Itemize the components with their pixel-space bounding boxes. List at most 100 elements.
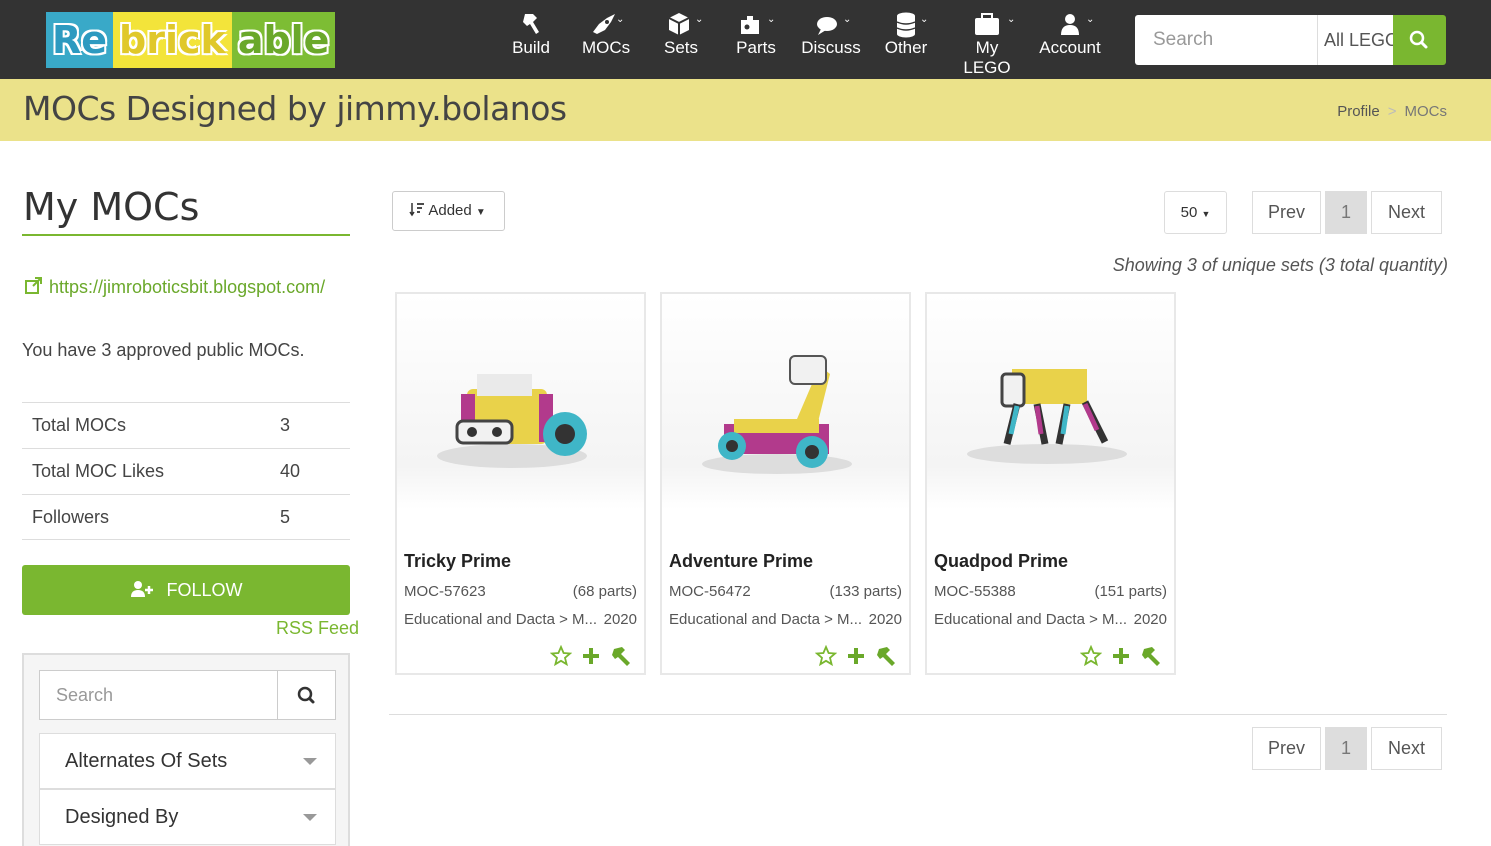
breadcrumb-profile[interactable]: Profile: [1337, 103, 1380, 120]
plus-icon[interactable]: [580, 645, 602, 671]
stat-label: Followers: [32, 506, 110, 527]
filter-search-button[interactable]: [277, 670, 336, 720]
nav-label: MOCs: [582, 38, 631, 57]
moc-number: MOC-55388: [934, 583, 1016, 600]
database-icon: ⌄: [882, 10, 930, 38]
filter-search-input[interactable]: Search: [39, 670, 278, 720]
moc-theme[interactable]: Educational and Dacta > M...: [404, 611, 597, 628]
moc-card[interactable]: Tricky Prime MOC-57623 (68 parts) Educat…: [395, 292, 646, 675]
hammer-icon[interactable]: [875, 645, 899, 671]
website-link-text: https://jimroboticsbit.blogspot.com/: [49, 277, 326, 297]
breadcrumb: Profile > MOCs: [1337, 103, 1447, 120]
nav-mocs[interactable]: ⌄ MOCs: [582, 10, 630, 70]
hammer-icon[interactable]: [610, 645, 634, 671]
breadcrumb-separator: >: [1387, 103, 1397, 120]
next-page-button[interactable]: Next: [1371, 191, 1442, 234]
moc-image[interactable]: [927, 294, 1174, 509]
moc-actions: [1079, 644, 1164, 671]
moc-year: 2020: [868, 611, 902, 628]
logo-part-re: Re: [46, 12, 114, 68]
sort-dropdown[interactable]: Added ▼: [392, 191, 505, 231]
cube-icon: ⌄: [663, 10, 703, 38]
moc-theme[interactable]: Educational and Dacta > M...: [934, 611, 1127, 628]
moc-parts-count: (68 parts): [572, 583, 637, 600]
nav-label: Discuss: [801, 38, 861, 57]
search-scope-select[interactable]: All LEGO: [1317, 15, 1393, 65]
rss-feed-link[interactable]: RSS Feed: [276, 618, 359, 639]
results-divider: [389, 714, 1447, 715]
hammer-icon[interactable]: [1140, 645, 1164, 671]
follow-button-label: FOLLOW: [166, 580, 243, 600]
search-icon: [1393, 30, 1446, 69]
breadcrumb-mocs: MOCs: [1404, 103, 1448, 120]
caret-down-icon: ▼: [475, 207, 486, 218]
nav-label: Parts: [736, 38, 776, 57]
nav-label: My LEGO: [963, 38, 1011, 77]
stat-row: Total MOCs 3: [22, 402, 350, 448]
plus-icon[interactable]: [1110, 645, 1132, 671]
stat-value: 5: [280, 506, 291, 527]
current-page-button-bottom[interactable]: 1: [1325, 727, 1367, 770]
svg-text:⌄: ⌄: [695, 14, 703, 25]
page-header: MOCs Designed by jimmy.bolanos Profile > M…: [0, 79, 1491, 141]
filter-designed-by[interactable]: Designed By: [39, 789, 336, 845]
website-link[interactable]: https://jimroboticsbit.blogspot.com/: [24, 277, 325, 298]
user-icon: ⌄: [1038, 10, 1102, 38]
moc-name[interactable]: Tricky Prime: [404, 551, 511, 572]
search-scope-value: All LEGO: [1324, 30, 1393, 50]
svg-text:⌄: ⌄: [920, 14, 928, 25]
moc-name[interactable]: Adventure Prime: [669, 551, 813, 572]
search-icon: [278, 686, 335, 723]
caret-down-icon: ▼: [1201, 209, 1211, 219]
moc-card[interactable]: Quadpod Prime MOC-55388 (151 parts) Educ…: [925, 292, 1176, 675]
svg-text:⌄: ⌄: [1086, 14, 1094, 25]
moc-name[interactable]: Quadpod Prime: [934, 551, 1068, 572]
star-icon[interactable]: [549, 644, 573, 671]
caret-down-icon: [303, 814, 317, 821]
nav-account[interactable]: ⌄ Account: [1038, 10, 1102, 70]
briefcase-icon: ⌄: [951, 10, 1023, 38]
stat-label: Total MOC Likes: [32, 461, 165, 481]
top-navbar: Re brick able Build ⌄ MOCs ⌄ Sets ⌄ Part…: [0, 0, 1491, 79]
follow-button[interactable]: FOLLOW: [22, 565, 350, 615]
rocket-icon: ⌄: [582, 10, 630, 38]
prev-page-button-bottom[interactable]: Prev: [1252, 727, 1321, 770]
header-search-input[interactable]: Search: [1135, 15, 1317, 65]
nav-my-lego[interactable]: ⌄ My LEGO: [951, 10, 1023, 77]
user-plus-icon: [129, 580, 166, 600]
plus-icon[interactable]: [845, 645, 867, 671]
nav-label: Other: [884, 38, 928, 57]
nav-other[interactable]: ⌄ Other: [882, 10, 930, 70]
star-icon[interactable]: [1079, 644, 1103, 671]
stat-value: 40: [280, 461, 301, 481]
approved-mocs-note: You have 3 approved public MOCs.: [22, 340, 305, 360]
filter-label: Designed By: [65, 806, 179, 828]
filter-label: Alternates Of Sets: [65, 750, 228, 772]
nav-discuss[interactable]: ⌄ Discuss: [801, 10, 861, 70]
moc-card[interactable]: Adventure Prime MOC-56472 (133 parts) Ed…: [660, 292, 911, 675]
moc-image[interactable]: [397, 294, 644, 509]
moc-theme[interactable]: Educational and Dacta > M...: [669, 611, 862, 628]
star-icon[interactable]: [814, 644, 838, 671]
stat-value: 3: [280, 415, 291, 435]
prev-page-button[interactable]: Prev: [1252, 191, 1321, 234]
nav-parts[interactable]: ⌄ Parts: [735, 10, 777, 70]
nav-label: Build: [512, 38, 550, 57]
nav-sets[interactable]: ⌄ Sets: [663, 10, 703, 70]
rebrickable-logo[interactable]: Re brick able: [46, 12, 336, 68]
next-page-button-bottom[interactable]: Next: [1371, 727, 1442, 770]
svg-text:⌄: ⌄: [616, 14, 623, 25]
per-page-dropdown[interactable]: 50 ▼: [1164, 191, 1227, 234]
moc-actions: [814, 644, 899, 671]
nav-build[interactable]: Build: [510, 10, 552, 70]
hammer-icon: [510, 10, 552, 38]
stat-row: Followers 5: [22, 494, 350, 540]
stat-label: Total MOCs: [32, 415, 127, 435]
stat-row: Total MOC Likes 40: [22, 448, 350, 494]
sort-label: Added: [428, 202, 472, 219]
sidebar-title: My MOCs: [23, 185, 200, 229]
header-search-button[interactable]: [1393, 15, 1446, 65]
filter-alternates-of-sets[interactable]: Alternates Of Sets: [39, 733, 336, 789]
moc-image[interactable]: [662, 294, 909, 509]
current-page-button[interactable]: 1: [1325, 191, 1367, 234]
